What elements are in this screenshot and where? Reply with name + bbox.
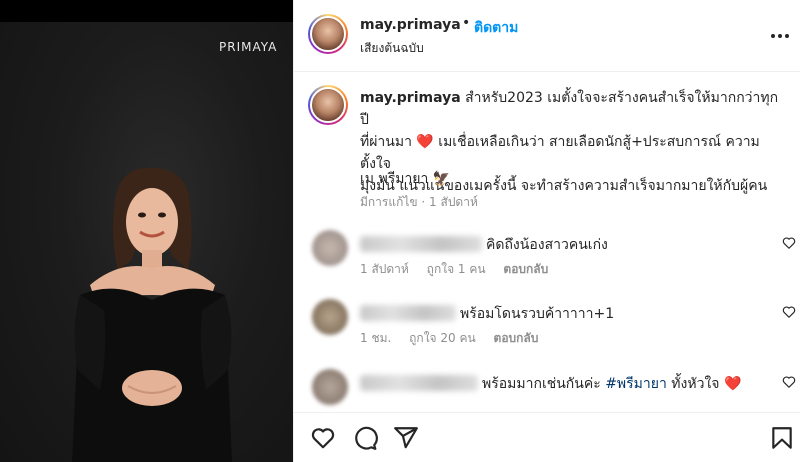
commenter-avatar[interactable] — [312, 230, 348, 266]
eagle-emoji: 🦅 — [432, 171, 451, 187]
caption-username[interactable]: may.primaya — [360, 90, 461, 106]
comment-text: คิดถึงน้องสาวคนเก่ง — [486, 237, 608, 253]
comment-heart-icon[interactable] — [782, 236, 796, 250]
comment-text: พร้อมโดนรวบค้าาาาา+1 — [460, 306, 615, 322]
comments-scroll-area[interactable]: may.primaya สำหรับ2023 เมตั้งใจจะสร้างคน… — [294, 73, 800, 412]
comment-time: 1 สัปดาห์ — [360, 262, 409, 276]
comment-meta: 1 ชม. ถูกใจ 20 คน ตอบกลับ — [360, 329, 552, 348]
separator-dot: • — [462, 15, 471, 31]
commenter-name-blurred[interactable] — [360, 375, 478, 391]
reply-button[interactable]: ตอบกลับ — [494, 331, 539, 345]
follow-button[interactable]: ติดตาม — [474, 17, 518, 39]
caption-meta: มีการแก้ไข · 1 สัปดาห์ — [360, 195, 478, 209]
caption-line-2a: ที่ผ่านมา — [360, 134, 412, 150]
comment-item: พร้อมมากเช่นกันค่ะ #พรีมายา ทั้งหัวใจ ❤️ — [294, 369, 800, 412]
commenter-avatar[interactable] — [312, 369, 348, 405]
share-icon[interactable] — [393, 425, 419, 451]
comment-item: คิดถึงน้องสาวคนเก่ง 1 สัปดาห์ ถูกใจ 1 คน… — [294, 230, 800, 298]
heart-emoji: ❤️ — [416, 134, 434, 150]
comment-meta: 1 สัปดาห์ ถูกใจ 1 คน ตอบกลับ — [360, 260, 562, 279]
signature-text: เม พรีมายา — [360, 171, 429, 187]
comment-likes[interactable]: ถูกใจ 20 คน — [409, 331, 476, 345]
comment-text-a: พร้อมมากเช่นกันค่ะ — [482, 376, 601, 392]
commenter-name-blurred[interactable] — [360, 236, 482, 252]
post-header: may.primaya • ติดตาม เสียงต้นฉบับ — [294, 0, 800, 72]
author-avatar[interactable] — [308, 14, 348, 54]
comment-heart-icon[interactable] — [782, 305, 796, 319]
post-panel: may.primaya • ติดตาม เสียงต้นฉบับ may.pr… — [293, 0, 800, 462]
reply-button[interactable]: ตอบกลับ — [503, 262, 548, 276]
brand-watermark: PRIMAYA — [219, 40, 278, 54]
more-options-icon[interactable] — [768, 24, 792, 48]
presenter-figure — [72, 167, 232, 462]
comment-icon[interactable] — [352, 425, 378, 451]
commenter-name-blurred[interactable] — [360, 305, 456, 321]
author-username[interactable]: may.primaya — [360, 17, 461, 33]
heart-icon[interactable] — [310, 425, 336, 451]
hashtag-link[interactable]: #พรีมายา — [605, 376, 667, 392]
comment-item: พร้อมโดนรวบค้าาาาา+1 1 ชม. ถูกใจ 20 คน ต… — [294, 299, 800, 367]
media-top-bar — [0, 0, 293, 22]
comment-text-b: ทั้งหัวใจ — [671, 376, 720, 392]
heart-emoji: ❤️ — [723, 376, 742, 392]
post-media[interactable]: PRIMAYA — [0, 0, 293, 462]
comment-text: พร้อมมากเช่นกันค่ะ #พรีมายา ทั้งหัวใจ ❤️ — [482, 373, 741, 395]
comment-likes[interactable]: ถูกใจ 1 คน — [427, 262, 486, 276]
action-bar — [294, 412, 800, 462]
comment-time: 1 ชม. — [360, 331, 392, 345]
audio-label[interactable]: เสียงต้นฉบับ — [360, 39, 424, 58]
caption-avatar[interactable] — [308, 85, 348, 125]
caption-signature: เม พรีมายา 🦅 — [360, 168, 450, 190]
commenter-avatar[interactable] — [312, 299, 348, 335]
comment-heart-icon[interactable] — [782, 375, 796, 389]
bookmark-icon[interactable] — [769, 425, 795, 451]
